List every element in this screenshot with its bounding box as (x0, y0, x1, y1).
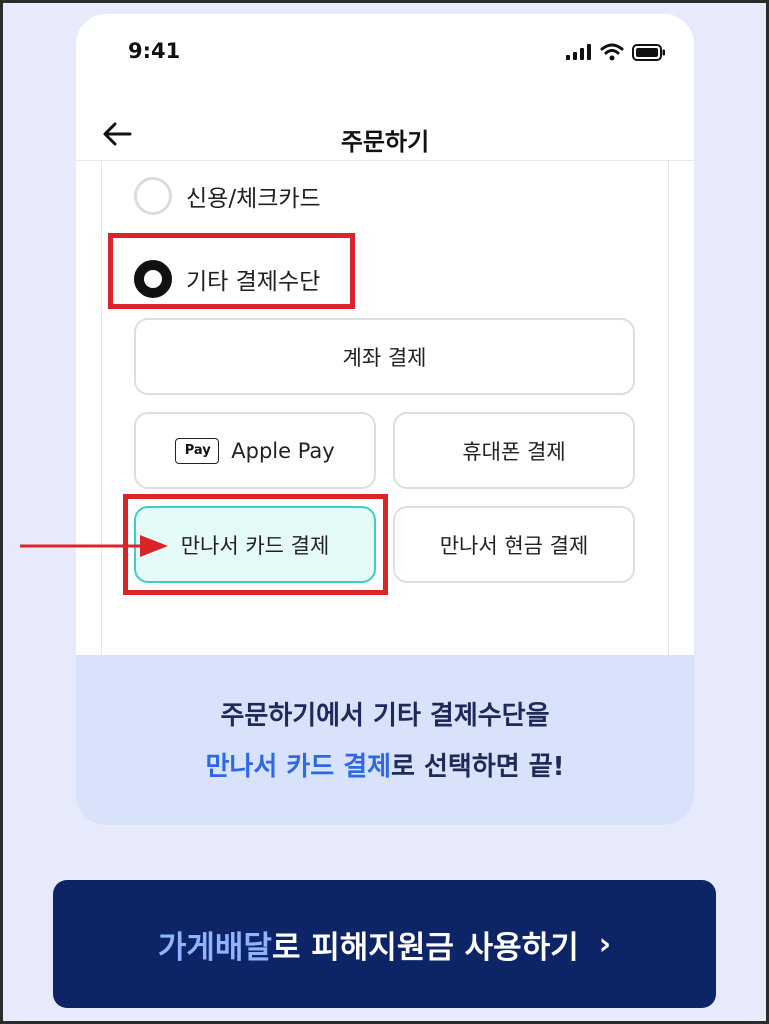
cta-button[interactable]: 가게배달 로 피해지원금 사용하기 › (53, 880, 716, 1008)
mobile-payment-label: 휴대폰 결제 (462, 439, 566, 464)
annotation-box-other-payment (108, 233, 355, 309)
cta-label: 로 피해지원금 사용하기 (271, 929, 579, 966)
info-highlight: 만나서 카드 결제 (205, 752, 392, 782)
meet-cash-payment-button[interactable]: 만나서 현금 결제 (393, 506, 635, 583)
bank-transfer-button[interactable]: 계좌 결제 (134, 318, 635, 395)
annotation-arrow-icon (20, 535, 168, 557)
wifi-icon (600, 43, 624, 61)
bank-transfer-label: 계좌 결제 (342, 345, 427, 370)
nav-bar: 주문하기 (76, 94, 694, 160)
battery-icon (632, 43, 665, 61)
apple-pay-button[interactable]: Pay Apple Pay (134, 412, 376, 489)
apple-pay-badge-text: Pay (184, 443, 211, 458)
status-bar: 9:41 (76, 14, 694, 94)
radio-credit-card[interactable]: 신용/체크카드 (134, 177, 321, 215)
apple-pay-label: Apple Pay (231, 438, 335, 463)
status-icons (566, 42, 666, 62)
signal-icon (566, 44, 591, 60)
chevron-right-icon: › (598, 926, 612, 962)
radio-button[interactable] (134, 177, 172, 215)
content-border-right (668, 161, 669, 655)
radio-label-credit-card: 신용/체크카드 (186, 186, 321, 212)
info-banner: 주문하기에서 기타 결제수단을 만나서 카드 결제로 선택하면 끝! (76, 655, 694, 825)
info-line-2: 만나서 카드 결제로 선택하면 끝! (76, 746, 694, 783)
cta-highlight: 가게배달 (157, 929, 272, 966)
nav-divider (76, 160, 694, 161)
info-line-1: 주문하기에서 기타 결제수단을 (220, 701, 550, 731)
mobile-payment-button[interactable]: 휴대폰 결제 (393, 412, 635, 489)
page-title: 주문하기 (340, 128, 430, 156)
apple-pay-icon: Pay (175, 437, 220, 464)
phone-screen: 9:41 주문하기 신용/체크카드 기타 결제수단 계좌 결제 Pay Appl… (76, 14, 694, 825)
status-time: 9:41 (128, 39, 181, 63)
info-line-2-rest: 로 선택하면 끝! (391, 752, 565, 782)
meet-cash-payment-label: 만나서 현금 결제 (439, 533, 589, 558)
content-border-left (101, 161, 102, 655)
